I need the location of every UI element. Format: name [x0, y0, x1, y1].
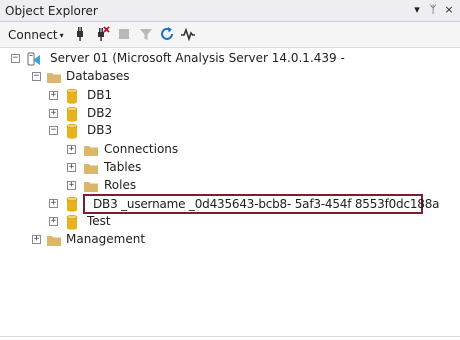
database-icon [66, 196, 78, 212]
tree-node-databases[interactable]: − Databases [0, 68, 460, 86]
stop-icon[interactable] [116, 26, 132, 42]
database-icon [66, 214, 78, 230]
panel-title: Object Explorer [5, 4, 98, 18]
tree-node-test[interactable]: + Test [0, 213, 460, 231]
expand-expander[interactable]: + [49, 199, 58, 208]
tree-node-server[interactable]: − Server 01 (Microsoft Analysis Server 1… [0, 50, 460, 68]
tree-node-db2[interactable]: + DB2 [0, 105, 460, 123]
expand-expander[interactable]: + [49, 91, 58, 100]
pin-icon[interactable]: ᛘ [426, 3, 440, 17]
analysis-server-icon [27, 52, 40, 66]
renamed-db-label: DB3 _username _0d435643-bcb8- 5af3-454f … [93, 197, 440, 211]
db1-label: DB1 [87, 88, 113, 102]
test-label: Test [87, 214, 111, 228]
tree-node-db1[interactable]: + DB1 [0, 87, 460, 105]
tree-node-management[interactable]: + Management [0, 231, 460, 249]
databases-label: Databases [66, 69, 130, 83]
tree-node-roles[interactable]: + Roles [0, 177, 460, 195]
database-icon [66, 123, 78, 139]
db2-label: DB2 [87, 106, 113, 120]
expand-expander[interactable]: + [49, 217, 58, 226]
folder-icon [84, 164, 98, 174]
database-icon [66, 88, 78, 104]
filter-icon[interactable] [138, 26, 154, 42]
db3-label: DB3 [87, 123, 113, 137]
dropdown-icon[interactable]: ▾ [410, 3, 424, 17]
connect-button[interactable]: Connect ▾ [8, 28, 64, 42]
expand-expander[interactable]: + [67, 145, 76, 154]
tree-node-connections[interactable]: + Connections [0, 141, 460, 159]
folder-icon [84, 182, 98, 192]
toolbar: Connect ▾ [0, 22, 460, 48]
disconnect-plug-icon[interactable] [94, 26, 110, 42]
expand-expander[interactable]: + [49, 109, 58, 118]
management-label: Management [66, 232, 146, 246]
tables-label: Tables [104, 160, 142, 174]
object-explorer-titlebar: Object Explorer ▾ ᛘ × [0, 0, 460, 22]
highlighted-db-name-box[interactable]: DB3 _username _0d435643-bcb8- 5af3-454f … [83, 194, 440, 214]
connect-plug-icon[interactable] [72, 26, 88, 42]
database-icon [66, 106, 78, 122]
activity-monitor-icon[interactable] [180, 26, 196, 42]
collapse-expander[interactable]: − [49, 126, 58, 135]
collapse-expander[interactable]: − [32, 72, 41, 81]
roles-label: Roles [104, 178, 137, 192]
connections-label: Connections [104, 142, 179, 156]
connect-caret-icon: ▾ [59, 31, 64, 40]
refresh-icon[interactable] [159, 26, 175, 42]
close-icon[interactable]: × [442, 3, 456, 17]
connect-label: Connect [8, 28, 58, 42]
server-label: Server 01 (Microsoft Analysis Server 14.… [50, 51, 345, 65]
folder-icon [47, 73, 61, 83]
expand-expander[interactable]: + [67, 181, 76, 190]
collapse-expander[interactable]: − [11, 54, 20, 63]
expand-expander[interactable]: + [67, 163, 76, 172]
expand-expander[interactable]: + [32, 235, 41, 244]
bottom-divider [0, 336, 460, 337]
folder-icon [47, 236, 61, 246]
tree-node-tables[interactable]: + Tables [0, 159, 460, 177]
folder-icon [84, 146, 98, 156]
tree-node-db3[interactable]: − DB3 [0, 122, 460, 140]
